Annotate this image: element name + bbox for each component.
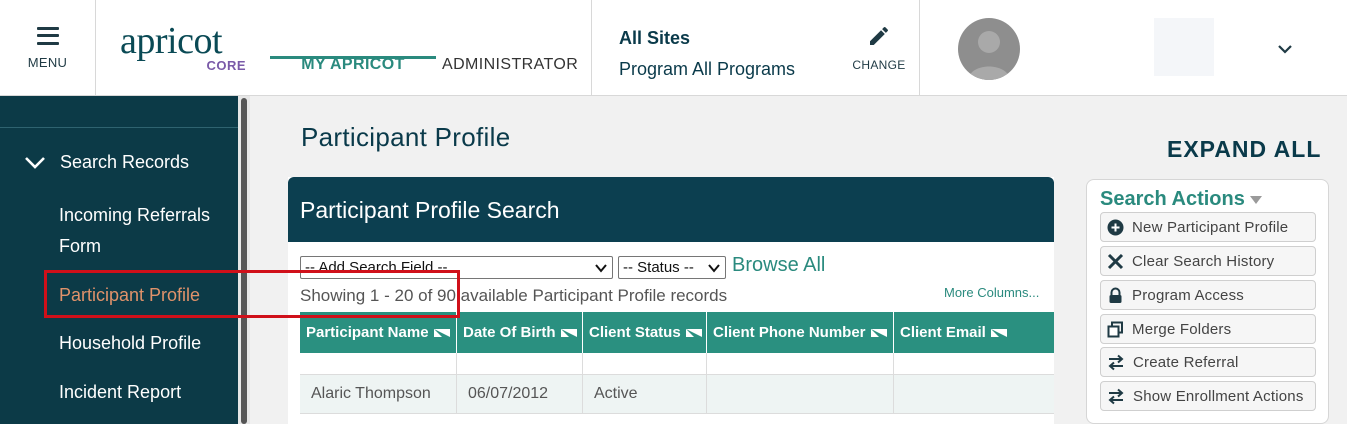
sidebar-item-participant-profile[interactable]: Participant Profile xyxy=(59,280,200,311)
add-search-field-value: -- Add Search Field -- xyxy=(305,259,448,276)
swap-arrows-icon xyxy=(1108,388,1124,404)
column-client-phone[interactable]: Client Phone Number xyxy=(707,312,894,353)
sort-icon xyxy=(685,328,702,337)
user-menu-chevron[interactable] xyxy=(1276,40,1294,63)
more-columns-link[interactable]: More Columns... xyxy=(944,285,1039,300)
tab-my-apricot[interactable]: MY APRICOT xyxy=(270,0,436,73)
merge-folders-button[interactable]: Merge Folders xyxy=(1100,314,1316,344)
search-actions-title[interactable]: Search Actions xyxy=(1100,188,1263,211)
search-panel-header: Participant Profile Search xyxy=(288,177,1054,242)
pencil-icon xyxy=(870,26,888,45)
cell-date-of-birth: 06/07/2012 xyxy=(457,375,583,413)
caret-down-icon xyxy=(1249,195,1262,204)
records-count-text: Showing 1 - 20 of 90 available Participa… xyxy=(300,286,728,305)
page-title: Participant Profile xyxy=(301,122,511,152)
logo-word: apricot xyxy=(120,20,223,62)
tab-administrator[interactable]: ADMINISTRATOR xyxy=(442,56,578,74)
search-panel: Participant Profile Search -- Add Search… xyxy=(288,177,1054,424)
top-header: MENU apricot CORE MY APRICOT ADMINISTRAT… xyxy=(0,0,1347,96)
column-client-email[interactable]: Client Email xyxy=(894,312,1054,353)
sites-title: All Sites xyxy=(619,28,691,48)
clear-search-history-button[interactable]: Clear Search History xyxy=(1100,246,1316,276)
chevron-down-icon xyxy=(595,264,607,273)
change-label: CHANGE xyxy=(852,58,906,72)
add-search-field-select[interactable]: -- Add Search Field -- xyxy=(300,256,613,279)
user-avatar[interactable] xyxy=(958,18,1020,80)
menu-label: MENU xyxy=(27,54,68,70)
sidebar-scrollbar[interactable] xyxy=(238,96,250,424)
sort-icon xyxy=(560,328,577,337)
x-icon xyxy=(1107,253,1124,269)
sidebar-item-incident-report[interactable]: Incident Report xyxy=(59,377,181,408)
chevron-down-icon xyxy=(708,264,720,273)
create-referral-button[interactable]: Create Referral xyxy=(1100,347,1316,377)
user-info-placeholder xyxy=(1154,18,1214,76)
sidebar-section-label: Search Records xyxy=(60,152,190,172)
sidebar: Search Records Incoming Referrals Form P… xyxy=(0,96,250,424)
plus-circle-icon xyxy=(1107,219,1124,235)
sidebar-section-search-records[interactable]: Search Records xyxy=(24,152,189,173)
cell-participant-name: Alaric Thompson xyxy=(300,375,457,413)
table-spacer-row xyxy=(300,353,1054,374)
results-table-header: Participant Name Date Of Birth Client St… xyxy=(300,312,1054,353)
sort-icon xyxy=(433,328,450,337)
sort-icon xyxy=(990,328,1007,337)
cell-client-status: Active xyxy=(583,375,707,413)
scrollbar-thumb[interactable] xyxy=(241,98,247,424)
column-date-of-birth[interactable]: Date Of Birth xyxy=(457,312,583,353)
status-select-value: -- Status -- xyxy=(623,259,694,276)
chevron-down-icon xyxy=(1278,45,1292,54)
cell-client-phone xyxy=(707,375,894,413)
merge-icon xyxy=(1107,321,1123,337)
search-actions-panel: Search Actions New Participant Profile C… xyxy=(1086,179,1329,424)
browse-all-link[interactable]: Browse All xyxy=(732,254,825,277)
program-access-button[interactable]: Program Access xyxy=(1100,280,1316,310)
cell-client-email xyxy=(894,375,1054,413)
search-panel-title: Participant Profile Search xyxy=(300,197,560,223)
sidebar-item-incoming-referrals[interactable]: Incoming Referrals Form xyxy=(59,200,234,262)
status-select[interactable]: -- Status -- xyxy=(618,256,726,279)
change-button[interactable]: CHANGE xyxy=(844,24,914,72)
main-content: Participant Profile EXPAND ALL Participa… xyxy=(250,96,1347,424)
logo-sub: CORE xyxy=(206,58,246,73)
person-silhouette-icon xyxy=(968,31,1010,80)
sort-icon xyxy=(870,328,887,337)
menu-button[interactable]: MENU xyxy=(0,0,96,96)
lock-icon xyxy=(1109,287,1122,303)
chevron-down-icon xyxy=(25,156,45,169)
new-participant-profile-button[interactable]: New Participant Profile xyxy=(1100,212,1316,242)
sidebar-top-bar xyxy=(0,96,238,128)
hamburger-icon xyxy=(36,26,59,45)
show-enrollment-actions-button[interactable]: Show Enrollment Actions xyxy=(1100,381,1316,411)
expand-all-button[interactable]: EXPAND ALL xyxy=(1167,136,1321,163)
site-program-selector: All Sites Program All Programs CHANGE xyxy=(591,0,920,96)
column-client-status[interactable]: Client Status xyxy=(583,312,707,353)
sidebar-item-household-profile[interactable]: Household Profile xyxy=(59,328,201,359)
swap-arrows-icon xyxy=(1108,354,1124,370)
apricot-logo[interactable]: apricot CORE xyxy=(120,22,250,78)
program-label: Program All Programs xyxy=(619,59,796,79)
column-participant-name[interactable]: Participant Name xyxy=(300,312,457,353)
table-row[interactable]: Alaric Thompson 06/07/2012 Active xyxy=(300,374,1054,414)
